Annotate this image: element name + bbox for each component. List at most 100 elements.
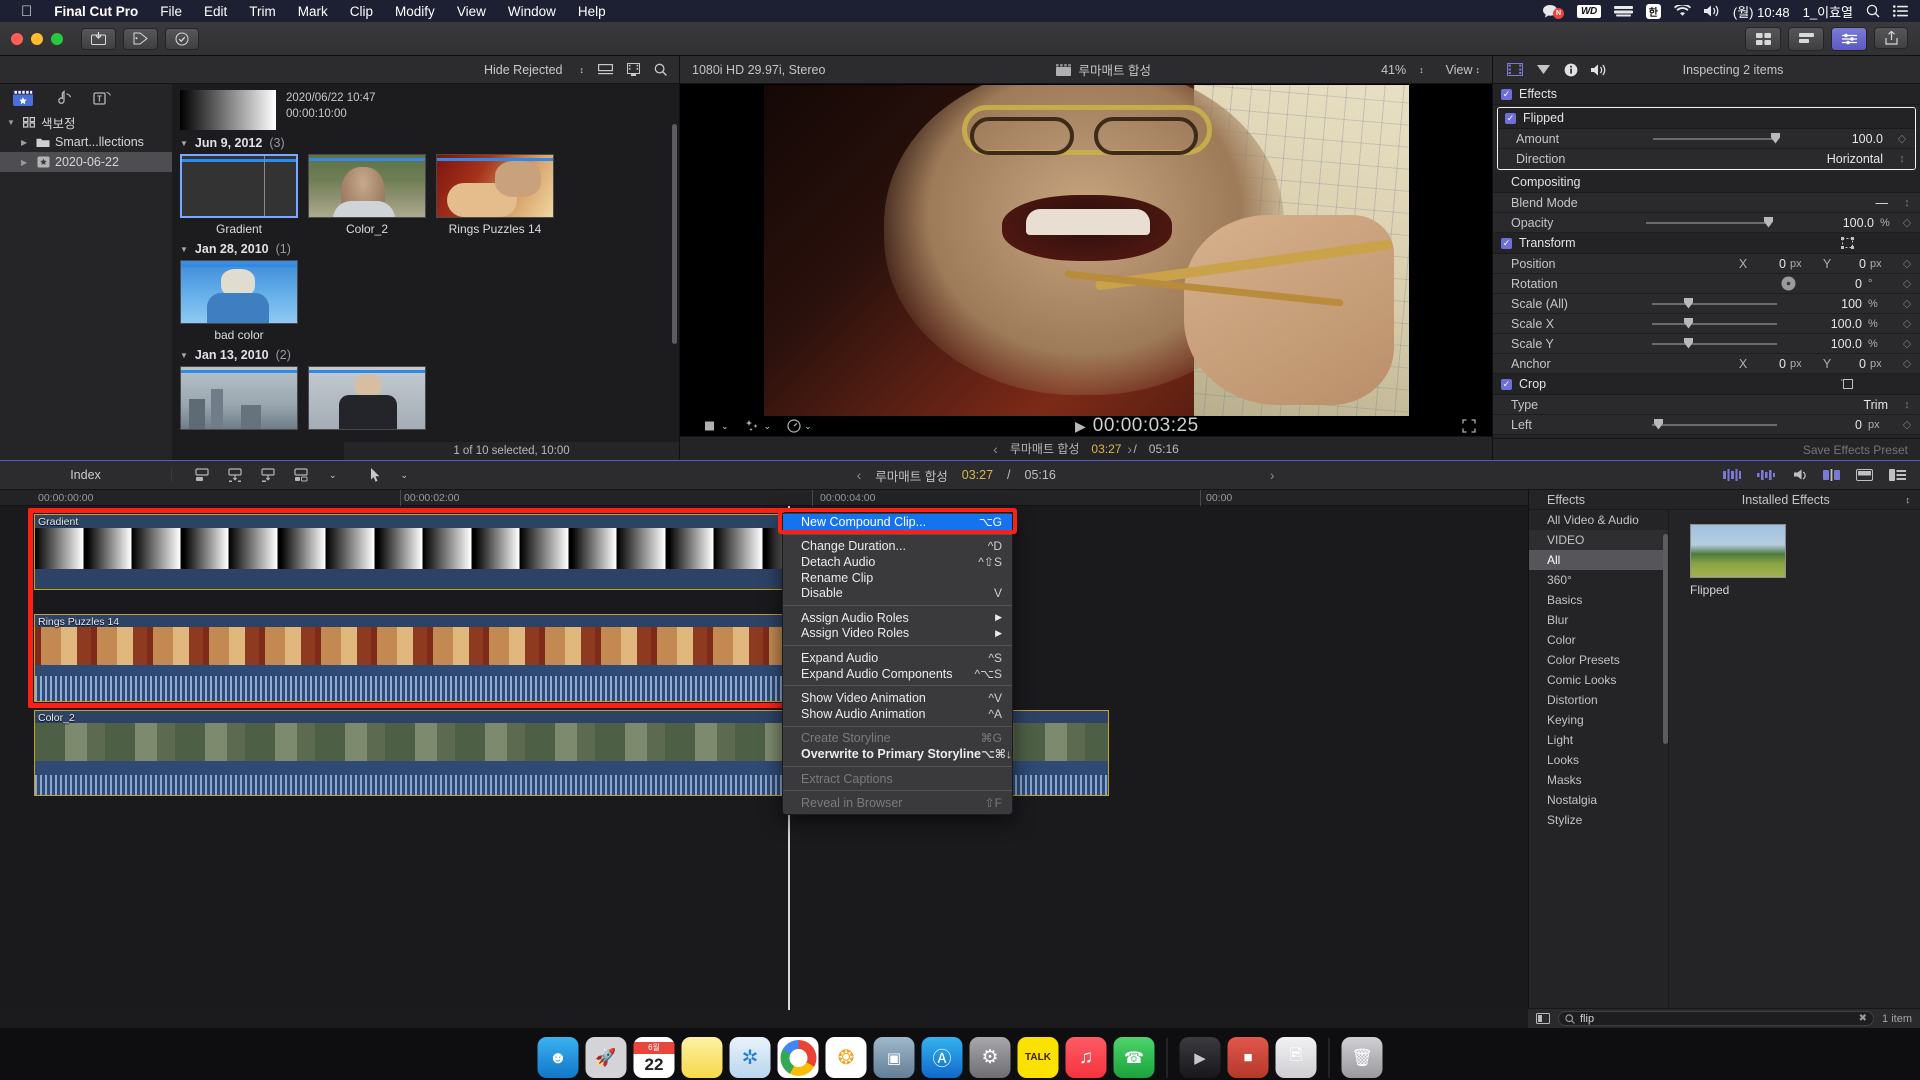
skimming-icon[interactable] xyxy=(1723,469,1741,481)
amount-value[interactable]: 100.0 xyxy=(1803,132,1889,146)
rotation-value[interactable]: 0 xyxy=(1806,277,1868,291)
zoom-button[interactable] xyxy=(51,32,63,45)
inspector-toggle[interactable] xyxy=(1831,26,1867,51)
share-button[interactable] xyxy=(1874,26,1908,49)
flipped-amount-row[interactable]: Amount 100.0 ◇ xyxy=(1498,129,1915,149)
opacity-keyframe-icon[interactable]: ◇ xyxy=(1894,216,1920,229)
chevron-left-icon[interactable]: ‹ xyxy=(857,467,862,483)
crop-checkbox[interactable]: ✓ xyxy=(1501,378,1512,390)
crop-left-row[interactable]: Left 0 px ◇ xyxy=(1493,415,1920,435)
effect-flipped-header[interactable]: ✓ Flipped xyxy=(1498,108,1915,129)
close-button[interactable] xyxy=(11,32,23,45)
tool-stepper-icon[interactable]: ⌄ xyxy=(401,470,409,481)
browser-clip-bad-color[interactable]: bad color xyxy=(180,260,298,342)
overwrite-stepper-icon[interactable]: ⌄ xyxy=(329,470,337,481)
dock-music-icon[interactable]: ♫ xyxy=(1065,1037,1107,1078)
inspector-toggle-group[interactable] xyxy=(1788,26,1824,51)
disclosure-triangle-icon[interactable]: ▼ xyxy=(7,118,17,127)
minimize-button[interactable] xyxy=(31,32,43,45)
ctx-disable[interactable]: Disable V xyxy=(783,585,1012,601)
browser-group-header[interactable]: ▼ Jan 13, 2010 (2) xyxy=(172,342,679,366)
anchor-x-value[interactable]: 0 xyxy=(1760,357,1786,371)
opacity-row[interactable]: Opacity 100.0 % ◇ xyxy=(1493,213,1920,233)
disclosure-triangle-icon[interactable]: ▶ xyxy=(21,138,31,147)
dock-notes-icon[interactable] xyxy=(681,1037,723,1078)
input-source-icon[interactable]: 한 xyxy=(1645,3,1661,19)
toggle-browser[interactable] xyxy=(1746,27,1780,50)
installed-effects-label[interactable]: Installed Effects xyxy=(1669,493,1903,507)
anchor-keyframe-icon[interactable]: ◇ xyxy=(1894,357,1920,370)
effects-results-grid[interactable]: Flipped xyxy=(1670,510,1920,1010)
inspector-section-compositing[interactable]: Compositing xyxy=(1493,172,1920,193)
timeline-clip-gradient[interactable]: Gradient xyxy=(34,514,785,590)
menu-file[interactable]: File xyxy=(149,4,193,19)
video-inspector-tab-icon[interactable] xyxy=(1507,63,1523,76)
dock-facetime-icon[interactable]: ☎ xyxy=(1113,1037,1155,1078)
browser-clip-rings[interactable]: Rings Puzzles 14 xyxy=(436,154,554,236)
transform-tool-icon[interactable] xyxy=(704,420,718,432)
blend-mode-popup-icon[interactable]: ↕ xyxy=(1894,197,1920,209)
disclosure-triangle-icon[interactable]: ▼ xyxy=(180,351,188,360)
ctx-rename-clip[interactable]: Rename Clip xyxy=(783,570,1012,586)
scale-all-keyframe-icon[interactable]: ◇ xyxy=(1894,297,1920,310)
dock-finder-icon[interactable]: ☻ xyxy=(537,1037,579,1078)
ctx-assign-video-roles[interactable]: Assign Video Roles ▶ xyxy=(783,626,1012,642)
browser-group-header[interactable]: ▼ Jan 28, 2010 (1) xyxy=(172,236,679,260)
clip-thumbnail[interactable] xyxy=(308,154,426,218)
blend-mode-value[interactable]: — xyxy=(1784,196,1894,210)
background-tasks-button[interactable] xyxy=(165,27,199,50)
flipped-direction-row[interactable]: Direction Horizontal ↕ xyxy=(1498,149,1915,169)
ctx-overwrite-to-primary-storyline[interactable]: Overwrite to Primary Storyline ⌥⌘↓ xyxy=(783,746,1012,762)
scale-y-keyframe-icon[interactable]: ◇ xyxy=(1894,337,1920,350)
rotation-row[interactable]: Rotation 0 ° ◇ xyxy=(1493,274,1920,294)
effect-card-flipped[interactable]: Flipped xyxy=(1690,524,1786,597)
crop-type-value[interactable]: Trim xyxy=(1784,398,1894,412)
import-media-button[interactable] xyxy=(81,27,116,50)
inspector-section-crop[interactable]: ✓ Crop xyxy=(1493,374,1920,395)
effects-list-scrollbar[interactable] xyxy=(1663,534,1668,744)
menu-final-cut-pro[interactable]: Final Cut Pro xyxy=(43,4,149,19)
window-controls[interactable] xyxy=(0,32,63,45)
scale-x-row[interactable]: Scale X 100.0 % ◇ xyxy=(1493,314,1920,334)
ctx-detach-audio[interactable]: Detach Audio ^⇧S xyxy=(783,554,1012,570)
insert-icon[interactable] xyxy=(227,468,243,482)
scale-all-value[interactable]: 100 xyxy=(1806,297,1868,311)
sidebar-item-event-2020-06-22[interactable]: ▶ 2020-06-22 xyxy=(0,152,172,172)
browser-top-clip[interactable]: 2020/06/22 10:47 00:00:10:00 xyxy=(172,84,679,130)
browser-clip-color2[interactable]: Color_2 xyxy=(308,154,426,236)
fx-category-keying[interactable]: Keying xyxy=(1529,710,1668,730)
direction-value[interactable]: Horizontal xyxy=(1779,152,1889,166)
effect-thumbnail[interactable] xyxy=(1690,524,1786,578)
fx-category-color-presets[interactable]: Color Presets xyxy=(1529,650,1668,670)
wifi-icon[interactable] xyxy=(1673,5,1691,17)
chevron-left-icon[interactable]: ‹ xyxy=(993,441,998,457)
clip-thumbnail[interactable] xyxy=(180,260,298,324)
menu-help[interactable]: Help xyxy=(567,4,617,19)
timeline-ruler[interactable]: 00:00:00:00 00:00:02:00 00:00:04:00 00:0… xyxy=(0,490,1528,506)
browser-search-icon[interactable] xyxy=(654,63,667,76)
clip-thumbnail[interactable] xyxy=(180,366,298,430)
transform-stepper-icon[interactable]: ⌄ xyxy=(721,421,729,432)
solo-icon[interactable] xyxy=(1791,469,1807,482)
menu-view[interactable]: View xyxy=(446,4,497,19)
apple-menu-icon[interactable]:  xyxy=(10,4,43,19)
fx-category-all-video-audio[interactable]: All Video & Audio xyxy=(1529,510,1668,530)
amount-keyframe-icon[interactable]: ◇ xyxy=(1889,132,1915,145)
dock-safari-icon[interactable]: ✲ xyxy=(729,1037,771,1078)
scale-x-slider[interactable] xyxy=(1652,317,1777,329)
ctx-expand-audio[interactable]: Expand Audio ^S xyxy=(783,650,1012,666)
transform-checkbox[interactable]: ✓ xyxy=(1501,237,1512,249)
dock-calendar-icon[interactable]: 6월 22 xyxy=(633,1037,675,1078)
clip-thumbnail[interactable] xyxy=(436,154,554,218)
scale-x-keyframe-icon[interactable]: ◇ xyxy=(1894,317,1920,330)
ctx-expand-audio-components[interactable]: Expand Audio Components ^⌥S xyxy=(783,666,1012,682)
chevron-right-icon[interactable]: › xyxy=(1270,467,1275,483)
anchor-row[interactable]: Anchor X 0 px Y 0 px ◇ xyxy=(1493,354,1920,374)
menu-clip[interactable]: Clip xyxy=(339,4,384,19)
disclosure-triangle-icon[interactable]: ▼ xyxy=(180,245,188,254)
dock-system-preferences-icon[interactable]: ⚙ xyxy=(969,1037,1011,1078)
timeline-index-button[interactable]: Index xyxy=(0,468,172,482)
crop-left-value[interactable]: 0 xyxy=(1806,418,1868,432)
crop-left-slider[interactable] xyxy=(1652,418,1777,430)
sidebar-item-smart-collections[interactable]: ▶ Smart...llections xyxy=(0,132,172,152)
